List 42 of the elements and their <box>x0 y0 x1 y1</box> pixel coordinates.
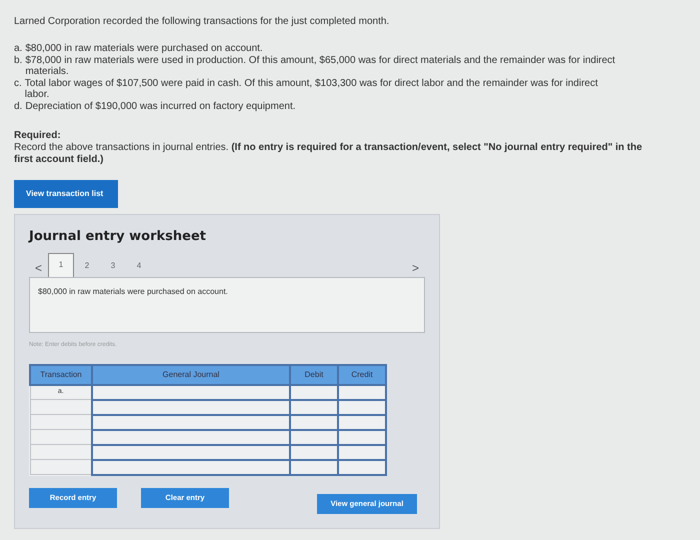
transaction-text: Depreciation of $190,000 was incurred on factory equipment. <box>25 100 296 112</box>
debit-input-field[interactable] <box>290 400 338 414</box>
item-letter: b. <box>14 54 22 68</box>
credit-input-field[interactable] <box>338 384 386 400</box>
item-letter: d. <box>14 100 22 112</box>
column-header: General Journal <box>92 364 290 384</box>
column-header: Debit <box>290 364 338 384</box>
transaction-text: Total labor wages of $107,500 were paid in cash. Of this amount, $103,300 was for direct labor and the remainder was for indirect labor. <box>24 78 599 100</box>
view-transaction-list-button[interactable]: View transaction list <box>14 180 118 208</box>
column-header: Transaction <box>30 364 92 384</box>
credit-input-field[interactable] <box>338 430 386 444</box>
page-tab[interactable]: 4 <box>126 254 152 276</box>
debit-input-field[interactable] <box>290 444 338 460</box>
credit-input-field[interactable] <box>338 414 386 430</box>
transaction-text: $80,000 in raw materials were purchased on account. <box>25 43 263 54</box>
credit-input-field[interactable] <box>338 460 386 474</box>
debit-input-field[interactable] <box>290 414 338 430</box>
item-letter: c. <box>14 78 22 90</box>
account-input-field[interactable] <box>92 414 290 430</box>
column-header: Credit <box>338 364 386 384</box>
instructions-text: Record the above transactions in journal entries. (If no entry is required for a transaction/event, select "No journal entry required" in the first account field.) <box>14 142 644 166</box>
debit-input-field[interactable] <box>290 384 338 400</box>
transaction-description: $80,000 in raw materials were purchased on account. <box>29 276 425 332</box>
credit-input-field[interactable] <box>338 400 386 414</box>
debit-input-field[interactable] <box>290 430 338 444</box>
intro-text: Larned Corporation recorded the following transactions for the just completed month. <box>14 15 390 29</box>
previous-button[interactable]: < <box>29 258 48 276</box>
account-input-field[interactable] <box>92 444 290 460</box>
account-input-field[interactable] <box>92 400 290 414</box>
account-input-field[interactable] <box>92 460 290 474</box>
next-button[interactable]: > <box>406 258 425 276</box>
item-letter: a. <box>14 43 22 54</box>
page-tab[interactable]: 3 <box>100 254 126 276</box>
worksheet-title: Journal entry worksheet <box>29 228 207 246</box>
debit-input-field[interactable] <box>290 460 338 474</box>
credit-input-field[interactable] <box>338 444 386 460</box>
account-input-field[interactable] <box>92 430 290 444</box>
account-input-field[interactable] <box>92 384 290 400</box>
transaction-text: $78,000 in raw materials were used in production. Of this amount, $65,000 was for direct materials and the remainder was for indirect materials. <box>25 54 616 78</box>
page-tab[interactable]: 1 <box>48 252 74 276</box>
page-tab[interactable]: 2 <box>74 254 100 276</box>
required-heading: Required: <box>14 130 62 142</box>
